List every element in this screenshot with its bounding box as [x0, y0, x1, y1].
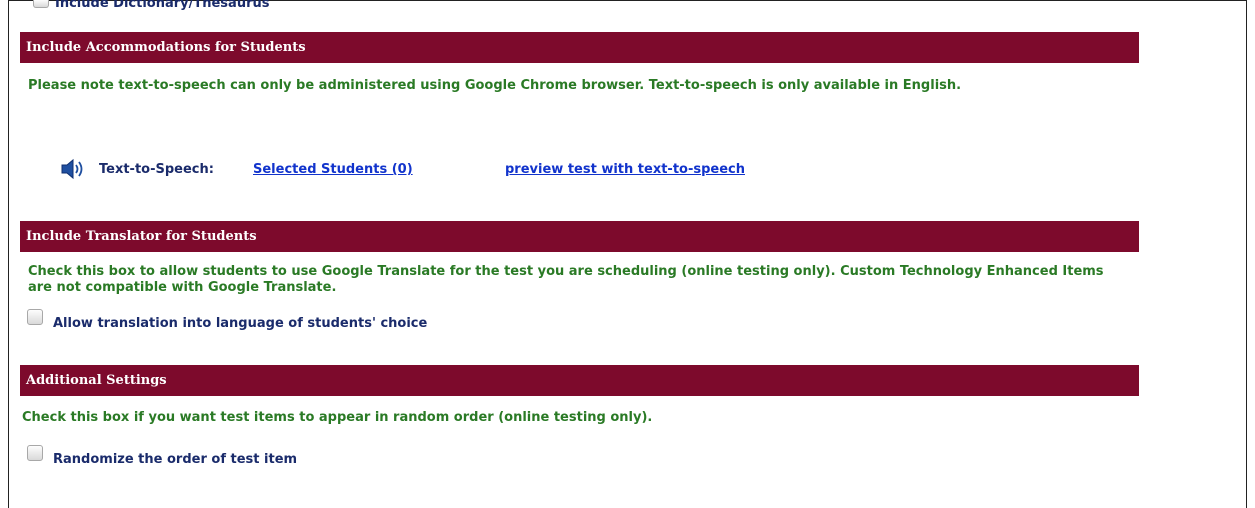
frame-right-border	[1246, 0, 1247, 508]
accommodations-header: Include Accommodations for Students	[20, 32, 1139, 63]
accommodations-note: Please note text-to-speech can only be a…	[28, 78, 962, 93]
randomize-checkbox-label: Randomize the order of test item	[53, 452, 298, 467]
translator-checkbox[interactable]	[27, 309, 43, 325]
selected-students-link[interactable]: Selected Students (0)	[253, 162, 413, 177]
randomize-checkbox[interactable]	[27, 445, 43, 461]
preview-tts-link[interactable]: preview test with text-to-speech	[505, 162, 745, 177]
translator-checkbox-label: Allow translation into language of stude…	[53, 316, 428, 331]
translator-header: Include Translator for Students	[20, 221, 1139, 252]
additional-settings-header: Additional Settings	[20, 365, 1139, 396]
additional-settings-note: Check this box if you want test items to…	[22, 410, 653, 425]
tts-label: Text-to-Speech:	[99, 162, 214, 177]
dictionary-checkbox-label: Include Dictionary/Thesaurus	[55, 0, 270, 11]
frame-left-border	[8, 0, 9, 508]
dictionary-checkbox[interactable]	[33, 0, 49, 8]
speaker-icon	[60, 158, 86, 180]
translator-note: Check this box to allow students to use …	[28, 264, 1104, 295]
